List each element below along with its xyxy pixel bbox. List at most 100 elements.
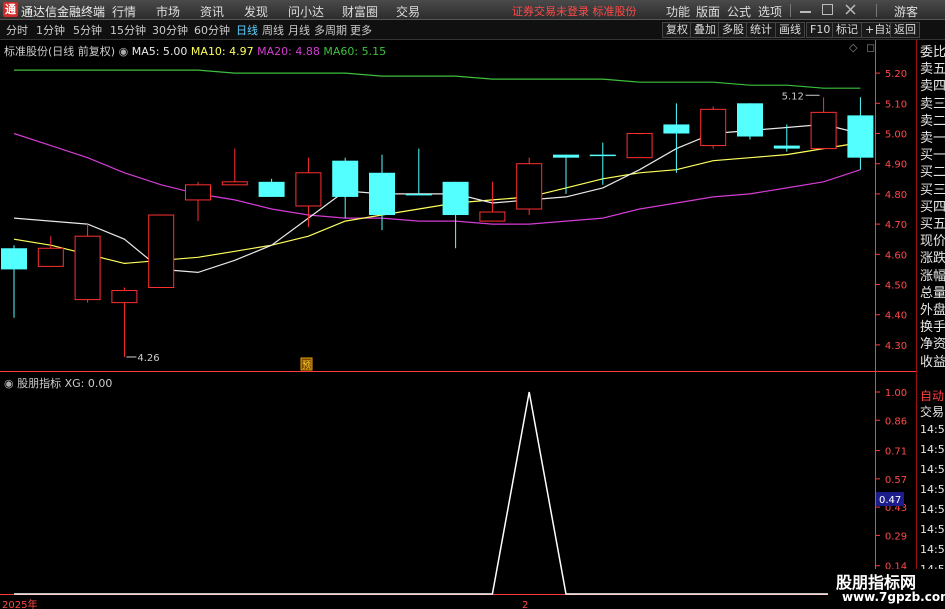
menu-banmian[interactable]: 版面	[696, 3, 720, 20]
candle-body-down	[847, 115, 874, 158]
menu-shichang[interactable]: 市场	[156, 3, 180, 20]
tool-biaoji[interactable]: 标记	[832, 22, 862, 38]
main-info-line: 标准股份(日线 前复权) ◉ MA5: 5.00 MA10: 4.97 MA20…	[4, 43, 386, 59]
period-more[interactable]: 更多	[350, 22, 372, 38]
menu-separator	[876, 4, 877, 17]
candle	[589, 142, 616, 185]
ma10-line	[13, 142, 861, 265]
candle-body-up	[111, 290, 138, 304]
quote-field-label: 外盘	[920, 303, 945, 318]
period-30min[interactable]: 30分钟	[152, 22, 188, 38]
menu-xuanxiang[interactable]: 选项	[758, 3, 782, 20]
trade-time: 14:56	[920, 503, 945, 516]
period-multi[interactable]: 多周期	[314, 22, 347, 38]
stock-name: 标准股份(日线 前复权)	[4, 45, 116, 58]
period-fenshi[interactable]: 分时	[6, 22, 28, 38]
candle-body-down	[553, 154, 579, 158]
price-tick-label: 5.10	[885, 99, 907, 110]
chart-settings-icon[interactable]: ◇	[849, 41, 857, 54]
tool-fuquan[interactable]: 复权	[662, 22, 692, 38]
period-weekly[interactable]: 周线	[262, 22, 284, 38]
maximize-icon[interactable]	[822, 4, 833, 15]
quote-field-label: 净资	[920, 337, 945, 353]
candle	[148, 214, 175, 289]
candle	[1, 245, 27, 318]
tool-duogu[interactable]: 多股	[718, 22, 748, 38]
indicator-chart[interactable]: 1.000.860.710.570.430.290.140.472025年 2	[0, 372, 916, 609]
candle-body-up	[626, 133, 653, 159]
tool-back[interactable]: 返回	[890, 22, 920, 38]
chart-zoom-icon[interactable]: ◻	[866, 41, 875, 54]
ma20-line	[13, 132, 861, 225]
quote-field-label: 换手	[920, 320, 945, 336]
close-icon[interactable]	[845, 4, 856, 15]
indicator-collapse-icon[interactable]: ◉	[4, 377, 14, 390]
quote-field-label: 买五	[920, 217, 945, 232]
date-label-start: 2025年	[2, 598, 37, 609]
ma10-label: MA10: 4.97	[190, 45, 254, 58]
period-daily[interactable]: 日线	[236, 22, 258, 38]
trade-time: 14:56	[920, 483, 945, 496]
ma5-line	[13, 123, 861, 274]
candle	[185, 181, 211, 222]
tool-diejia[interactable]: 叠加	[690, 22, 720, 38]
candle-body-down	[663, 124, 690, 134]
ma60-label: MA60: 5.15	[323, 45, 387, 58]
price-tick-label: 4.90	[885, 160, 907, 171]
menu-gongneng[interactable]: 功能	[666, 3, 690, 20]
menu-jiaoyi[interactable]: 交易	[396, 3, 420, 20]
candle-body-down	[369, 172, 395, 216]
candle-body-up	[74, 235, 101, 301]
period-5min[interactable]: 5分钟	[73, 22, 102, 38]
ma5-label: MA5: 5.00	[131, 45, 188, 58]
title-bar: 通 通达信金融终端 行情 市场 资讯 发现 问小达 财富圈 交易 证券交易未登录…	[0, 0, 945, 20]
app-title: 通达信金融终端	[21, 5, 106, 19]
price-tick-label: 4.40	[885, 311, 907, 322]
price-tick-label: 5.00	[885, 130, 907, 141]
candle	[810, 97, 837, 150]
xg-line	[14, 391, 861, 595]
period-toolbar: 分时 1分钟 5分钟 15分钟 30分钟 60分钟 日线 周线 月线 多周期 更…	[0, 20, 945, 40]
watermark: 股朋指标网 www.7gpzb.com	[828, 569, 945, 609]
period-monthly[interactable]: 月线	[288, 22, 310, 38]
indicator-xg: XG: 0.00	[64, 377, 113, 390]
menu-separator	[790, 4, 791, 17]
main-kline-chart[interactable]: 5.20 5.10 5.00 4.90 4.80 4.70 4.60 4.50 4.40 4.30…	[0, 40, 916, 372]
candle-body-up	[37, 247, 64, 267]
quote-field-label: 卖三	[920, 96, 945, 112]
candle-body-up	[295, 172, 322, 207]
price-tick-label: 4.60	[885, 250, 907, 261]
menu-zixun[interactable]: 资讯	[200, 3, 224, 20]
menu-faxian[interactable]: 发现	[244, 3, 268, 20]
price-tick-label: 4.50	[885, 281, 907, 292]
quote-field-label: 买一	[920, 148, 945, 164]
candle-body-down	[773, 145, 800, 149]
price-tick-label: 4.80	[885, 190, 907, 201]
quote-panel: 委比 卖五 卖四 卖三 卖二 卖一 买一 买二 买三 买四 买五 现价 涨跌 涨幅 总量 外盘 换手 净资 收益 自…	[916, 40, 945, 609]
period-60min[interactable]: 60分钟	[194, 22, 230, 38]
login-notice[interactable]: 证券交易未登录 标准股份	[512, 3, 637, 19]
menu-caifuquan[interactable]: 财富圈	[342, 3, 378, 20]
collapse-icon[interactable]: ◉	[119, 45, 129, 58]
indicator-tick-label: 0.57	[885, 475, 907, 486]
quote-field-label: 现价	[920, 234, 945, 250]
tool-tongji[interactable]: 统计	[746, 22, 776, 38]
quote-field-label: 卖五	[920, 62, 945, 78]
low-price-label: 4.26	[137, 353, 159, 364]
price-tick-label: 4.30	[885, 341, 907, 352]
menu-gongshi[interactable]: 公式	[727, 3, 751, 20]
period-1min[interactable]: 1分钟	[36, 22, 65, 38]
minimize-icon[interactable]	[800, 4, 811, 13]
candle-body-down	[589, 154, 616, 157]
menu-hangqing[interactable]: 行情	[112, 3, 136, 20]
tool-huaxian[interactable]: 画线	[775, 22, 805, 38]
ma20-label: MA20: 4.88	[257, 45, 320, 58]
guest-user[interactable]: 游客	[894, 3, 918, 20]
candle	[295, 157, 322, 228]
price-tick-label: 5.20	[885, 69, 907, 80]
tool-f10[interactable]: F10	[806, 22, 835, 38]
candle-body-down	[442, 181, 469, 216]
menu-wenxiaoda[interactable]: 问小达	[288, 3, 324, 20]
trade-label[interactable]: 交易	[920, 403, 944, 421]
period-15min[interactable]: 15分钟	[110, 22, 146, 38]
